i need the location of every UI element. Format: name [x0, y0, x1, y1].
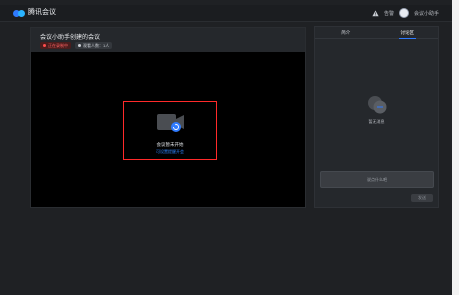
recording-badge-label: 正在录制中 — [48, 43, 68, 48]
window-edge — [452, 0, 459, 295]
user-avatar[interactable] — [398, 8, 409, 18]
video-camera-icon — [156, 113, 186, 133]
app-logo: 腾讯会议 — [13, 8, 56, 18]
recording-dot-icon — [43, 44, 46, 47]
warning-icon[interactable] — [372, 10, 379, 17]
chat-bubbles-icon — [367, 94, 389, 116]
tencent-meeting-logo-icon — [13, 9, 25, 18]
meeting-status-text: 会议暂未开始 — [156, 142, 184, 147]
side-panel: 简介 讨论区 暂无消息 说点什么吧 发送 — [314, 26, 439, 208]
meeting-stage: 会议小助手创建的会议 正在录制中 观看人数：1人 会议暂未开始 可设置提醒开会 — [30, 27, 306, 208]
top-bar: 腾讯会议 告警 会议小助手 — [0, 5, 452, 22]
viewer-icon — [78, 44, 81, 47]
recording-badge: 正在录制中 — [40, 42, 71, 49]
side-tabs: 简介 讨论区 — [315, 27, 438, 39]
meeting-badges: 正在录制中 观看人数：1人 — [40, 42, 113, 49]
share-status-box: 会议暂未开始 可设置提醒开会 — [123, 101, 217, 160]
user-name[interactable]: 会议小助手 — [414, 10, 439, 17]
reminder-link[interactable]: 可设置提醒开会 — [124, 149, 216, 155]
app-name: 腾讯会议 — [28, 9, 56, 16]
meeting-title: 会议小助手创建的会议 — [40, 35, 101, 41]
tab-intro[interactable]: 简介 — [315, 27, 377, 38]
chat-input[interactable]: 说点什么吧 — [320, 171, 434, 188]
tab-discussion[interactable]: 讨论区 — [377, 27, 439, 39]
app-window: 腾讯会议 告警 会议小助手 会议小助手创建的会议 正在录制中 观看人数：1人 会… — [0, 0, 452, 295]
viewer-count-badge: 观看人数：1人 — [75, 42, 113, 49]
warning-label[interactable]: 告警 — [384, 10, 394, 17]
send-button[interactable]: 发送 — [411, 194, 433, 202]
meeting-header: 会议小助手创建的会议 正在录制中 观看人数：1人 — [31, 28, 305, 52]
empty-message-text: 暂无消息 — [368, 119, 385, 124]
viewer-count-label: 观看人数：1人 — [83, 43, 110, 48]
